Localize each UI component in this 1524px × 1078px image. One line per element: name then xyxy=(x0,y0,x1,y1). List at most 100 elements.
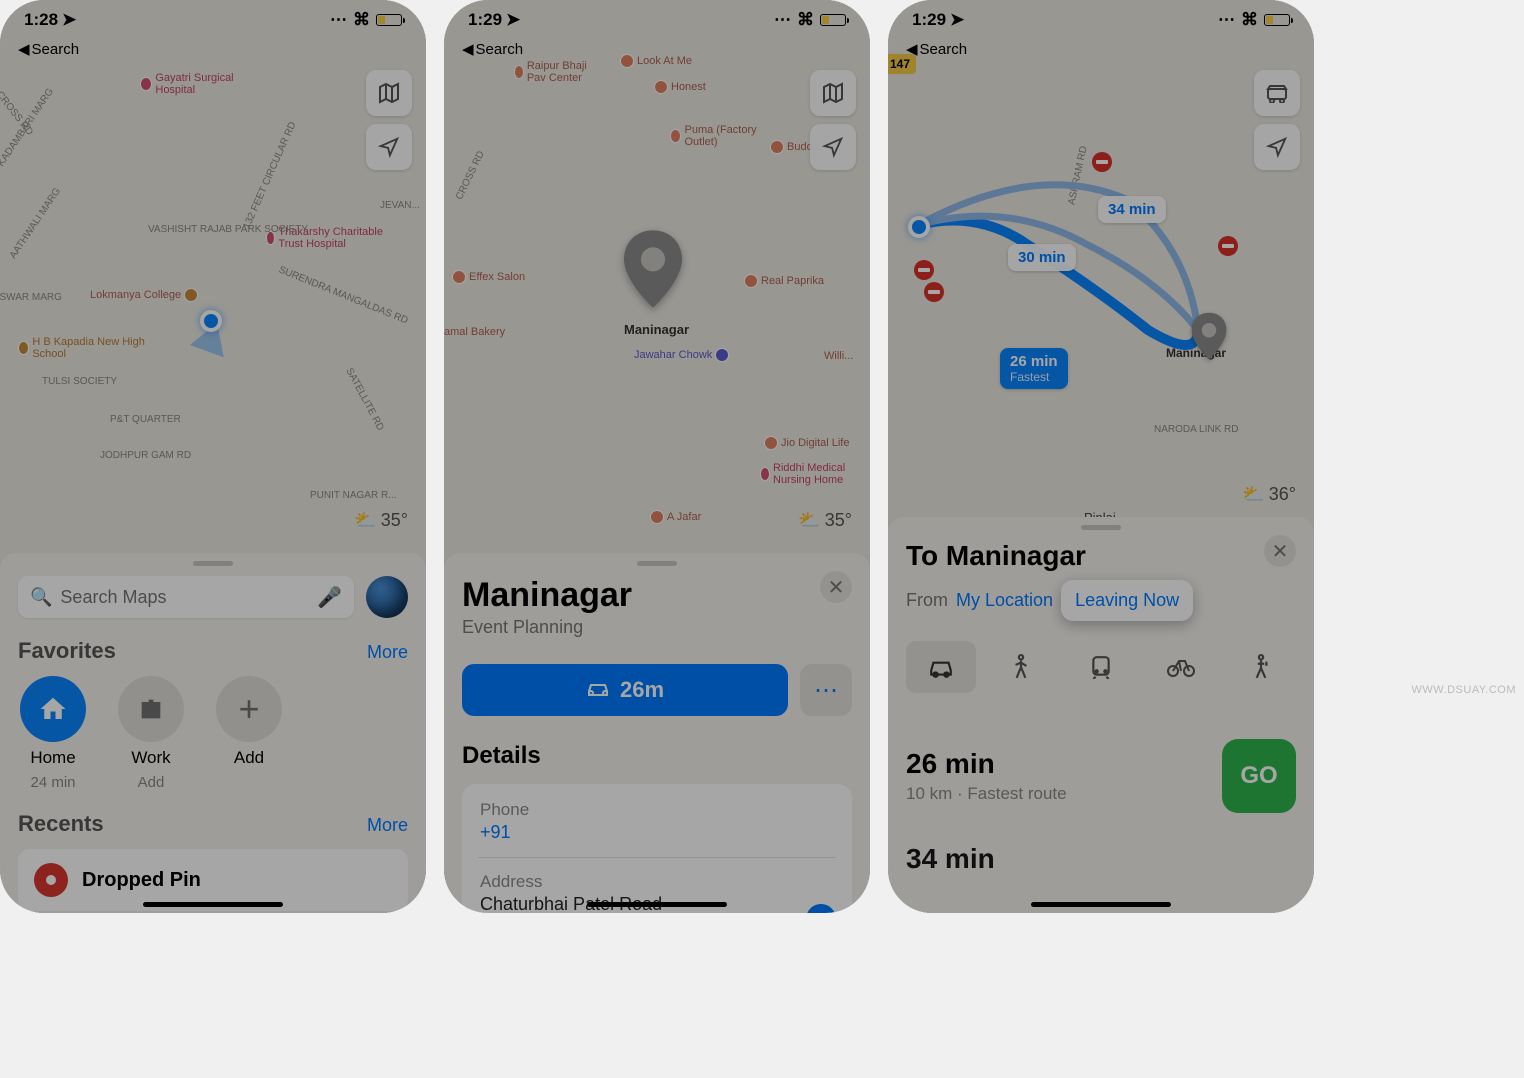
mode-walk[interactable] xyxy=(986,641,1056,693)
close-button[interactable]: ✕ xyxy=(820,571,852,603)
map-road: JEVAN... xyxy=(380,200,420,211)
watermark: WWW.DSUAY.COM xyxy=(1412,684,1516,696)
poi[interactable]: Honest xyxy=(654,80,706,94)
mode-rideshare[interactable] xyxy=(1226,641,1296,693)
weather-badge: ⛅ 35° xyxy=(798,510,852,531)
personal-hotspot-icon: ⋯ xyxy=(774,10,791,30)
map-label: VASHISHT RAJAB PARK SOCIETY xyxy=(148,224,238,235)
map-road: CROSS RD xyxy=(454,149,487,201)
poi[interactable]: Riddhi Medical Nursing Home xyxy=(760,462,870,486)
home-icon xyxy=(20,676,86,742)
sheet-grabber[interactable] xyxy=(1081,525,1121,530)
personal-hotspot-icon: ⋯ xyxy=(1218,10,1235,30)
from-label: From xyxy=(906,590,948,611)
favorites-more[interactable]: More xyxy=(367,642,408,663)
battery-icon xyxy=(376,14,402,26)
no-entry-icon xyxy=(914,260,934,280)
map-label: JODHPUR GAM RD xyxy=(100,450,191,461)
link-icon: ⌘ xyxy=(1241,10,1258,30)
briefcase-icon xyxy=(118,676,184,742)
home-indicator[interactable] xyxy=(143,902,283,907)
poi[interactable]: A Jafar xyxy=(650,510,701,524)
transport-mode-button[interactable] xyxy=(1254,70,1300,116)
phone-value[interactable]: +91 xyxy=(480,822,834,843)
mic-icon[interactable]: 🎤 xyxy=(317,585,342,610)
sheet-grabber[interactable] xyxy=(637,561,677,566)
favorite-add[interactable]: + Add xyxy=(214,676,284,791)
no-entry-icon xyxy=(924,282,944,302)
weather-badge: ⛅ 36° xyxy=(1242,484,1296,505)
route-option-1[interactable]: 26 min 10 km · Fastest route GO xyxy=(906,739,1296,813)
car-icon xyxy=(586,678,610,702)
go-button[interactable]: GO xyxy=(1222,739,1296,813)
map-mode-button[interactable] xyxy=(366,70,412,116)
map-label: P&T QUARTER xyxy=(110,414,181,425)
map-road: SATELLITE RD xyxy=(344,366,386,432)
poi[interactable]: Jawahar Chowk xyxy=(634,348,729,362)
no-entry-icon xyxy=(1092,152,1112,172)
route-lines xyxy=(888,0,1314,540)
mode-drive[interactable] xyxy=(906,641,976,693)
home-indicator[interactable] xyxy=(1031,902,1171,907)
route-time-label[interactable]: 34 min xyxy=(1098,196,1166,223)
current-location-dot xyxy=(200,310,222,332)
poi[interactable]: Effex Salon xyxy=(452,270,525,284)
status-time: 1:28 xyxy=(24,10,58,30)
back-to-search[interactable]: ◀ Search xyxy=(888,40,1314,58)
search-maps-field[interactable]: 🔍 🎤 xyxy=(18,576,354,618)
map-road: HABALESWAR MARG xyxy=(0,292,62,303)
mode-transit[interactable] xyxy=(1066,641,1136,693)
map-road: PUNIT NAGAR R... xyxy=(310,490,397,501)
sheet-grabber[interactable] xyxy=(193,561,233,566)
poi[interactable]: amal Bakery xyxy=(444,326,505,338)
close-button[interactable]: ✕ xyxy=(1264,535,1296,567)
recents-more[interactable]: More xyxy=(367,815,408,836)
favorites-heading: Favorites xyxy=(18,638,116,664)
locate-me-button[interactable] xyxy=(366,124,412,170)
poi[interactable]: Jio Digital Life xyxy=(764,436,849,450)
directions-button[interactable]: 26m xyxy=(462,664,788,716)
poi[interactable]: Puma (Factory Outlet) xyxy=(670,124,770,148)
status-time: 1:29 xyxy=(468,10,502,30)
route-time: 26 min xyxy=(906,748,1067,780)
locate-me-button[interactable] xyxy=(1254,124,1300,170)
mode-cycle[interactable] xyxy=(1146,641,1216,693)
status-time: 1:29 xyxy=(912,10,946,30)
battery-icon xyxy=(1264,14,1290,26)
current-location-dot xyxy=(908,216,930,238)
back-to-search[interactable]: ◀ Search xyxy=(0,40,426,58)
search-icon: 🔍 xyxy=(30,587,52,608)
pin-icon xyxy=(34,863,68,897)
map-road: 132 FEET CIRCULAR RD xyxy=(241,120,298,230)
favorite-work[interactable]: Work Add xyxy=(116,676,186,791)
from-my-location[interactable]: My Location xyxy=(956,590,1053,611)
weather-badge: ⛅ 35° xyxy=(354,510,408,531)
home-indicator[interactable] xyxy=(587,902,727,907)
map-road: SURENDRA MANGALDAS RD xyxy=(277,264,409,326)
locate-me-button[interactable] xyxy=(810,124,856,170)
personal-hotspot-icon: ⋯ xyxy=(330,10,347,30)
route-time-label[interactable]: 30 min xyxy=(1008,244,1076,271)
route-option-2[interactable]: 34 min xyxy=(906,843,1296,875)
poi[interactable]: Willi... xyxy=(824,350,853,362)
poi-school[interactable]: H B Kapadia New High School xyxy=(18,336,148,360)
route-time-label-primary[interactable]: 26 minFastest xyxy=(1000,348,1068,389)
recents-heading: Recents xyxy=(18,811,104,837)
back-to-search[interactable]: ◀ Search xyxy=(444,40,870,58)
more-actions-button[interactable]: ⋯ xyxy=(800,664,852,716)
plus-icon: + xyxy=(216,676,282,742)
link-icon: ⌘ xyxy=(797,10,814,30)
poi[interactable]: Real Paprika xyxy=(744,274,824,288)
favorite-home[interactable]: Home 24 min xyxy=(18,676,88,791)
search-input[interactable] xyxy=(60,587,309,608)
location-services-icon: ➤ xyxy=(62,10,76,30)
leaving-now-button[interactable]: Leaving Now xyxy=(1061,580,1193,621)
destination-pin-icon[interactable] xyxy=(1192,313,1227,363)
map-mode-button[interactable] xyxy=(810,70,856,116)
poi-college[interactable]: Lokmanya College xyxy=(90,288,198,302)
dropped-pin-icon[interactable] xyxy=(624,230,682,313)
poi-hospital[interactable]: Gayatri Surgical Hospital xyxy=(140,72,260,96)
account-globe-button[interactable] xyxy=(366,576,408,618)
location-services-icon: ➤ xyxy=(506,10,520,30)
poi[interactable]: Raipur Bhaji Pav Center xyxy=(514,60,604,84)
